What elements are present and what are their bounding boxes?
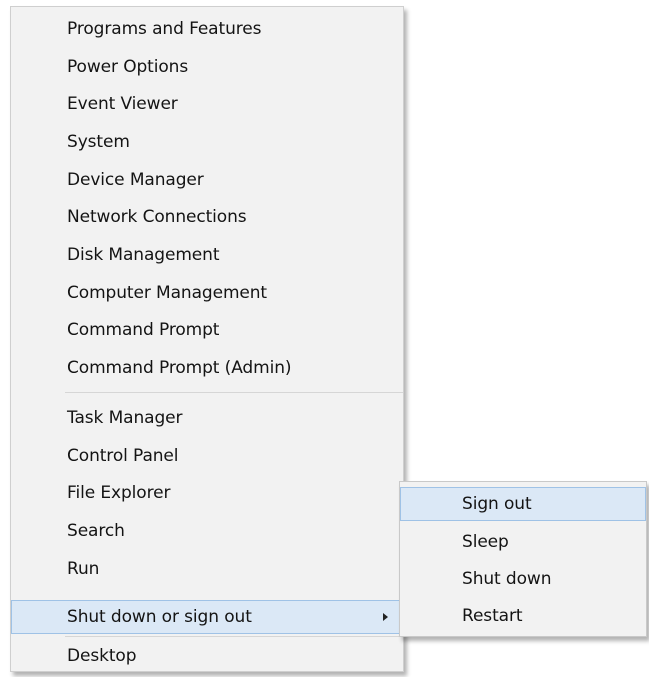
menu-item-label: Command Prompt xyxy=(67,320,220,340)
menu-item-device-manager[interactable]: Device Manager xyxy=(11,163,403,197)
menu-item-system[interactable]: System xyxy=(11,125,403,159)
menu-item-search[interactable]: Search xyxy=(11,514,403,548)
submenu-item-sign-out[interactable]: Sign out xyxy=(400,487,646,521)
menu-item-label: File Explorer xyxy=(67,483,171,503)
menu-separator xyxy=(65,392,403,393)
menu-item-disk-management[interactable]: Disk Management xyxy=(11,238,403,272)
menu-item-power-options[interactable]: Power Options xyxy=(11,50,403,84)
menu-item-label: Desktop xyxy=(67,646,137,666)
submenu-arrow-icon xyxy=(383,613,388,621)
submenu-item-sleep[interactable]: Sleep xyxy=(400,525,646,559)
menu-item-desktop[interactable]: Desktop xyxy=(11,639,403,673)
menu-item-event-viewer[interactable]: Event Viewer xyxy=(11,87,403,121)
menu-item-label: Disk Management xyxy=(67,245,220,265)
submenu-item-label: Restart xyxy=(462,606,523,626)
menu-item-label: Event Viewer xyxy=(67,94,178,114)
menu-item-run[interactable]: Run xyxy=(11,552,403,586)
menu-item-label: System xyxy=(67,132,130,152)
submenu-item-label: Sleep xyxy=(462,532,509,552)
menu-item-label: Search xyxy=(67,521,125,541)
menu-item-label: Network Connections xyxy=(67,207,247,227)
menu-item-file-explorer[interactable]: File Explorer xyxy=(11,476,403,510)
menu-item-network-connections[interactable]: Network Connections xyxy=(11,200,403,234)
menu-item-shut-down-or-sign-out[interactable]: Shut down or sign out xyxy=(11,600,403,634)
submenu-item-restart[interactable]: Restart xyxy=(400,599,646,633)
menu-item-command-prompt-admin[interactable]: Command Prompt (Admin) xyxy=(11,351,403,385)
menu-item-command-prompt[interactable]: Command Prompt xyxy=(11,313,403,347)
menu-item-label: Run xyxy=(67,559,100,579)
shutdown-submenu: Sign out Sleep Shut down Restart xyxy=(399,481,647,637)
menu-item-control-panel[interactable]: Control Panel xyxy=(11,439,403,473)
menu-item-task-manager[interactable]: Task Manager xyxy=(11,401,403,435)
menu-item-label: Shut down or sign out xyxy=(67,607,252,627)
menu-item-label: Task Manager xyxy=(67,408,183,428)
submenu-item-label: Shut down xyxy=(462,569,552,589)
submenu-item-label: Sign out xyxy=(462,494,532,514)
power-user-menu: Programs and Features Power Options Even… xyxy=(10,6,404,672)
menu-item-label: Command Prompt (Admin) xyxy=(67,358,292,378)
menu-item-label: Computer Management xyxy=(67,283,268,303)
menu-item-programs-and-features[interactable]: Programs and Features xyxy=(11,12,403,46)
menu-item-label: Device Manager xyxy=(67,170,204,190)
menu-item-label: Power Options xyxy=(67,57,189,77)
menu-item-label: Programs and Features xyxy=(67,19,262,39)
menu-separator xyxy=(65,636,403,637)
submenu-item-shut-down[interactable]: Shut down xyxy=(400,562,646,596)
menu-item-label: Control Panel xyxy=(67,446,179,466)
menu-item-computer-management[interactable]: Computer Management xyxy=(11,276,403,310)
